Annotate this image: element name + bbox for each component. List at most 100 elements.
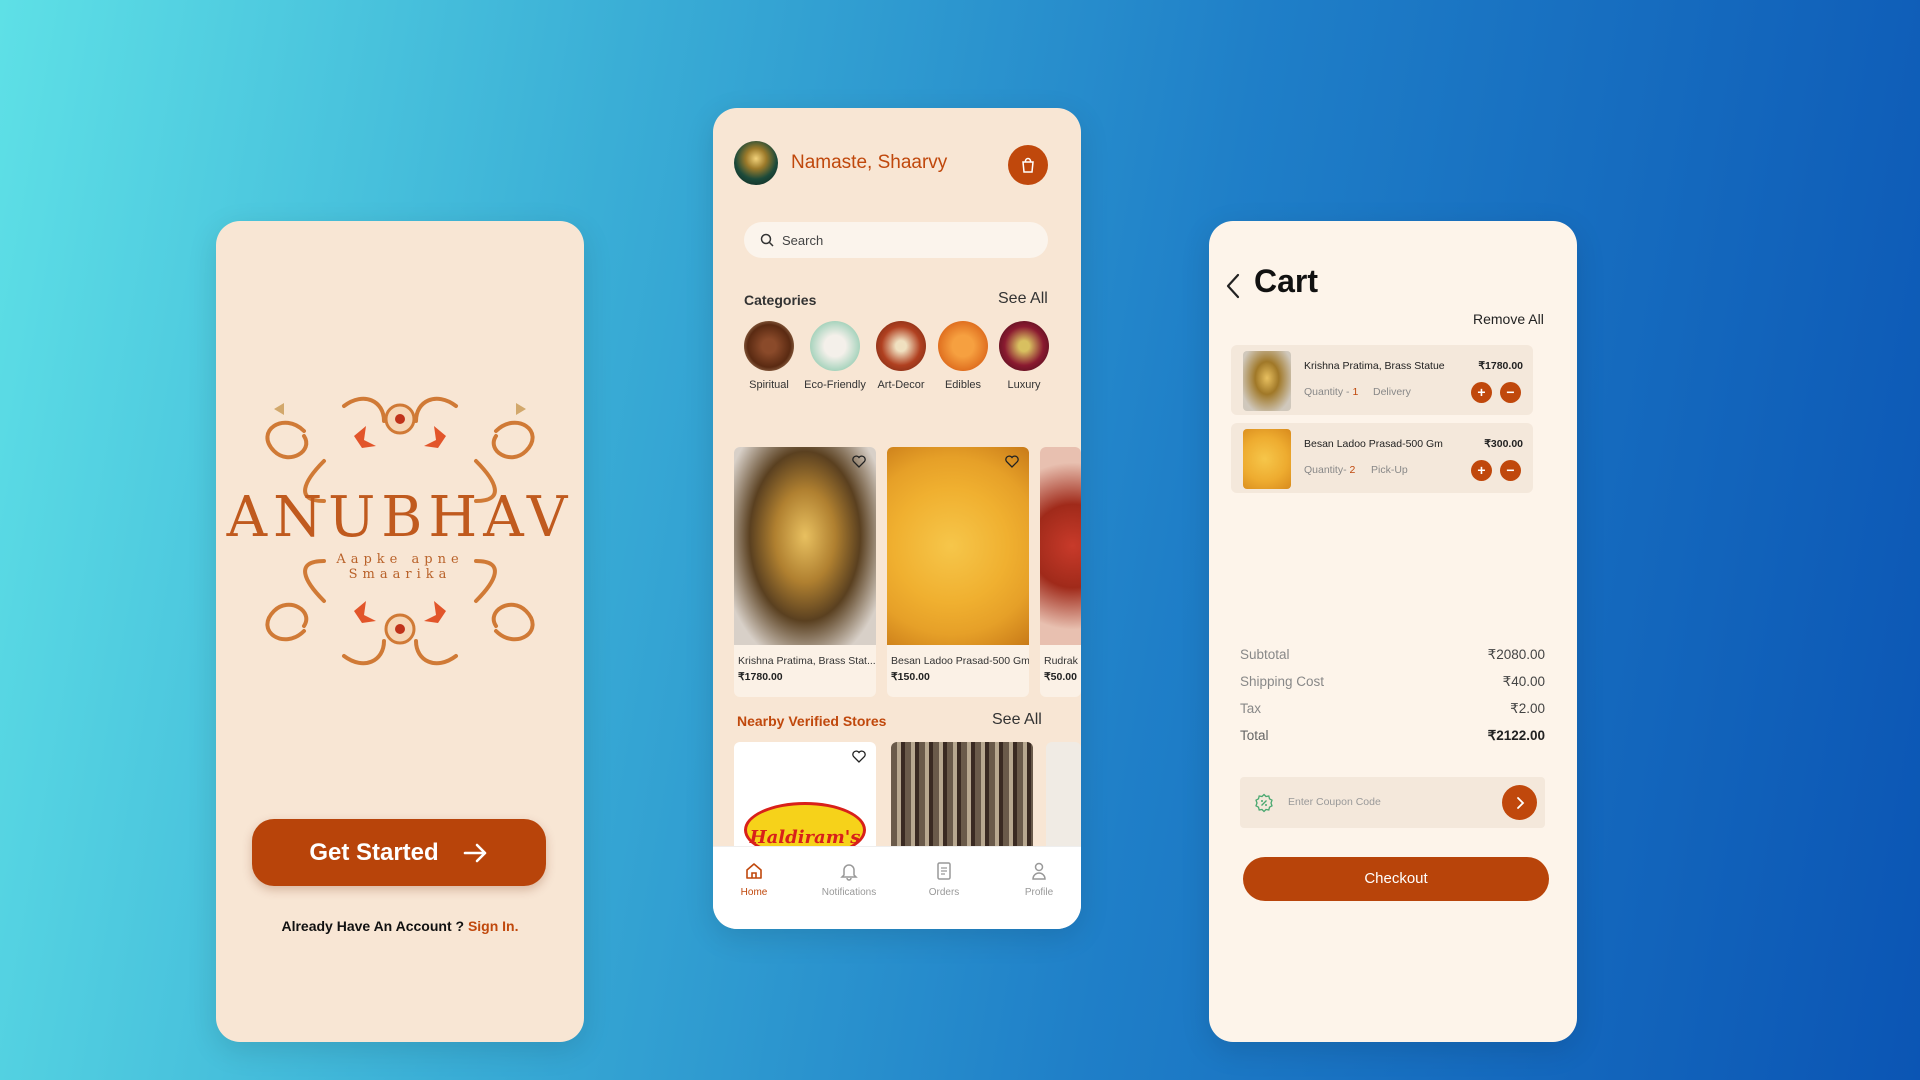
tax-label: Tax — [1240, 701, 1262, 716]
quantity-value: 2 — [1349, 464, 1356, 476]
nav-notifications[interactable]: Notifications — [809, 861, 889, 898]
remove-all-button[interactable]: Remove All — [1473, 311, 1544, 327]
category-label: Eco-Friendly — [804, 379, 866, 391]
sign-in-prompt: Already Have An Account ? Sign In. — [216, 918, 584, 934]
tagline-line-1: Aapke apne — [336, 552, 464, 567]
store-card-partial[interactable] — [1046, 742, 1081, 852]
shopping-bag-button[interactable] — [1008, 145, 1048, 185]
coupon-placeholder: Enter Coupon Code — [1288, 796, 1381, 808]
increase-quantity-button[interactable]: + — [1471, 460, 1492, 481]
quantity-label: Quantity - — [1304, 386, 1353, 398]
product-card[interactable]: Krishna Pratima, Brass Stat... ₹1780.00 — [734, 447, 876, 697]
total-value: ₹2122.00 — [1487, 728, 1545, 743]
shopping-bag-icon — [1022, 157, 1034, 173]
category-art-decor[interactable]: Art-Decor — [868, 321, 934, 391]
category-edibles[interactable]: Edibles — [930, 321, 996, 391]
quantity-value: 1 — [1352, 386, 1359, 398]
product-card[interactable]: Besan Ladoo Prasad-500 Gm ₹150.00 — [887, 447, 1029, 697]
store-logo: Haldiram's — [744, 802, 866, 852]
back-arrow-icon[interactable] — [1225, 273, 1241, 299]
brand-name: ANUBHAV — [226, 485, 574, 550]
nav-home-label: Home — [740, 887, 768, 898]
store-card-haldirams[interactable]: Haldiram's — [734, 742, 876, 852]
category-image — [999, 321, 1049, 371]
total-label: Total — [1240, 728, 1269, 743]
nav-home[interactable]: Home — [714, 861, 794, 898]
product-card[interactable]: Rudrak ₹50.00 — [1040, 447, 1081, 697]
product-price: ₹150.00 — [891, 671, 930, 683]
shipping-label: Shipping Cost — [1240, 674, 1325, 689]
search-input[interactable]: Search — [744, 222, 1048, 258]
get-started-button[interactable]: Get Started — [252, 819, 546, 886]
quantity-label: Quantity- — [1304, 464, 1350, 476]
nav-profile[interactable]: Profile — [999, 861, 1079, 898]
shipping-value: ₹40.00 — [1502, 674, 1545, 689]
brand-tagline: Aapke apne Smaarika — [216, 552, 584, 582]
total-row: Total ₹2122.00 — [1240, 728, 1545, 743]
product-image — [1040, 447, 1081, 645]
decrease-quantity-button[interactable]: − — [1500, 460, 1521, 481]
cart-item-image — [1243, 429, 1291, 489]
product-name: Krishna Pratima, Brass Stat... — [738, 655, 876, 667]
nav-profile-label: Profile — [1024, 887, 1054, 898]
nearby-stores-title: Nearby Verified Stores — [737, 713, 887, 729]
avatar[interactable] — [734, 141, 778, 185]
checkout-button[interactable]: Checkout — [1243, 857, 1549, 901]
chevron-right-icon — [1516, 796, 1524, 809]
greeting-text: Namaste, Shaarvy — [791, 152, 948, 173]
cart-item-name: Besan Ladoo Prasad-500 Gm — [1304, 438, 1443, 450]
apply-coupon-button[interactable] — [1502, 785, 1537, 820]
cart-item-price: ₹300.00 — [1484, 438, 1523, 450]
decrease-quantity-button[interactable]: − — [1500, 382, 1521, 403]
bell-icon — [840, 864, 858, 881]
heart-icon[interactable] — [852, 750, 866, 763]
search-placeholder: Search — [782, 232, 824, 248]
heart-icon[interactable] — [852, 455, 866, 468]
category-image — [938, 321, 988, 371]
categories-title: Categories — [744, 292, 817, 308]
product-price: ₹50.00 — [1044, 671, 1077, 683]
category-image — [744, 321, 794, 371]
sign-in-link[interactable]: Sign In. — [468, 918, 519, 934]
category-label: Art-Decor — [877, 379, 925, 391]
cart-item-mode: Delivery — [1373, 386, 1411, 398]
subtotal-label: Subtotal — [1240, 647, 1290, 662]
coupon-input[interactable]: Enter Coupon Code — [1240, 777, 1545, 828]
nav-notifications-label: Notifications — [821, 887, 877, 898]
home-screen: Namaste, Shaarvy Search Categories See A… — [713, 108, 1081, 929]
heart-icon[interactable] — [1005, 455, 1019, 468]
page-title: Cart — [1254, 263, 1319, 299]
tax-row: Tax ₹2.00 — [1240, 701, 1545, 716]
get-started-label: Get Started — [309, 838, 439, 866]
bottom-nav: Home Notifications Orders Profile — [713, 846, 1081, 929]
cart-item-quantity: Quantity - 1 — [1304, 386, 1358, 398]
increase-quantity-button[interactable]: + — [1471, 382, 1492, 403]
tagline-line-2: Smaarika — [348, 567, 452, 582]
category-eco-friendly[interactable]: Eco-Friendly — [802, 321, 868, 391]
product-name: Rudrak — [1044, 655, 1078, 667]
product-price: ₹1780.00 — [738, 671, 783, 683]
home-icon — [746, 863, 762, 879]
shipping-row: Shipping Cost ₹40.00 — [1240, 674, 1545, 689]
category-spiritual[interactable]: Spiritual — [736, 321, 802, 391]
subtotal-value: ₹2080.00 — [1487, 647, 1545, 662]
orders-icon — [937, 862, 951, 880]
coupon-icon — [1255, 793, 1273, 813]
category-label: Edibles — [944, 379, 982, 391]
cart-item-image — [1243, 351, 1291, 411]
splash-screen: ANUBHAV Aapke apne Smaarika Get Started … — [216, 221, 584, 1042]
stores-see-all[interactable]: See All — [992, 711, 1042, 729]
cart-item[interactable]: Besan Ladoo Prasad-500 Gm ₹300.00 Quanti… — [1231, 423, 1533, 493]
categories-see-all[interactable]: See All — [998, 290, 1048, 308]
nav-orders[interactable]: Orders — [904, 861, 984, 898]
product-image — [887, 447, 1029, 645]
cart-item-price: ₹1780.00 — [1478, 360, 1523, 372]
product-image — [734, 447, 876, 645]
category-image — [876, 321, 926, 371]
category-luxury[interactable]: Luxury — [991, 321, 1057, 391]
store-card-shop[interactable] — [891, 742, 1033, 852]
search-icon — [760, 233, 774, 247]
product-name: Besan Ladoo Prasad-500 Gm — [891, 655, 1029, 667]
cart-item[interactable]: Krishna Pratima, Brass Statue ₹1780.00 Q… — [1231, 345, 1533, 415]
cart-item-name: Krishna Pratima, Brass Statue — [1304, 360, 1445, 372]
